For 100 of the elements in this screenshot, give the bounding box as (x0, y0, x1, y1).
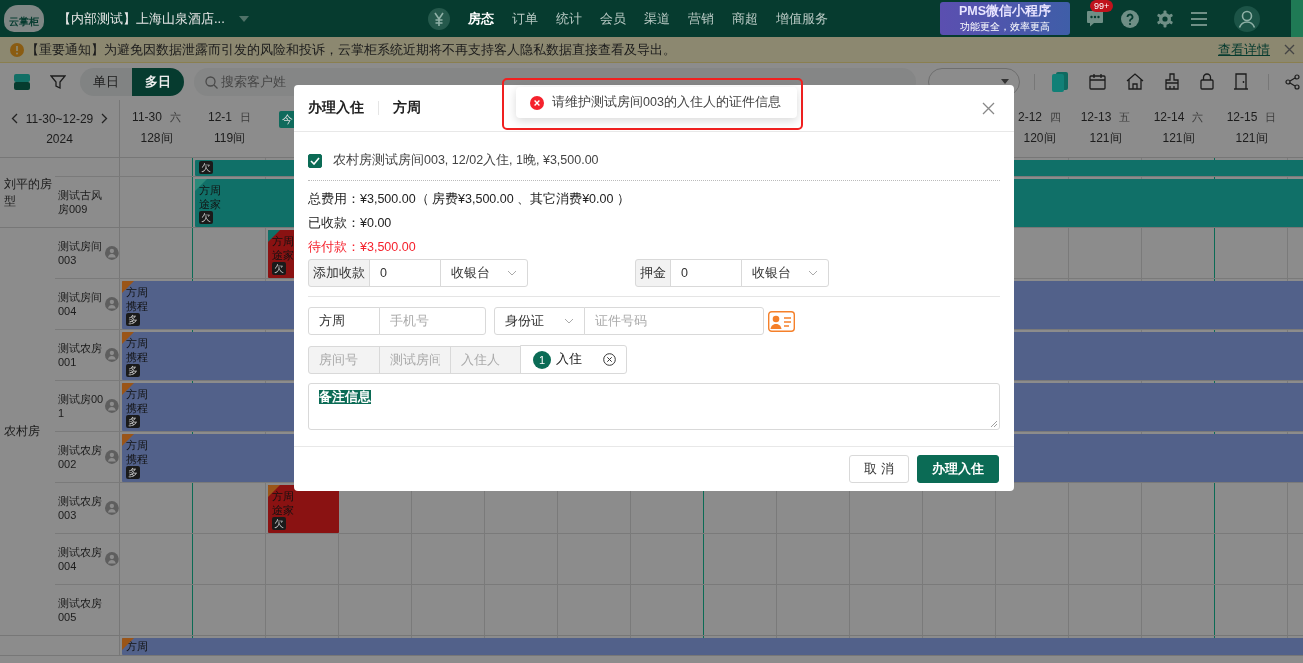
column-date: 11-30 (132, 110, 162, 125)
house-icon[interactable] (1126, 73, 1144, 90)
guest-tag-field[interactable]: 1 入住 (520, 345, 627, 374)
notice-text: 【重要通知】为避免因数据泄露而引发的风险和投诉，云掌柜系统近期将不再支持客人隐私数据直接查看及导出。 (26, 40, 676, 59)
nav-tab[interactable]: 会员 (600, 9, 626, 28)
weekday-label: 日 (1265, 110, 1277, 125)
guest-name: 方周 (126, 387, 148, 401)
channel-name: 途家 (199, 197, 221, 211)
room-type-label: 刘平的房型 (4, 175, 53, 210)
promo-banner[interactable]: PMS微信小程序 功能更全，效率更高 (940, 2, 1070, 35)
resize-handle-icon (990, 420, 997, 427)
nav-tab[interactable]: 增值服务 (776, 9, 828, 28)
channel-name: 携程 (126, 401, 148, 415)
room-count: 120间 (1023, 130, 1056, 147)
color-legend-icon[interactable] (14, 73, 30, 90)
id-number-field[interactable]: 证件号码 (584, 307, 764, 335)
nav-tab[interactable]: 订单 (512, 9, 538, 28)
clear-icon[interactable] (603, 353, 616, 366)
message-icon[interactable] (1086, 10, 1104, 27)
id-card-icon[interactable] (768, 310, 795, 332)
view-mode-tab[interactable]: 单日 (80, 67, 132, 96)
phone-field[interactable]: 手机号 (379, 307, 486, 335)
share-icon[interactable] (1285, 73, 1300, 90)
year-label: 2024 (46, 131, 73, 146)
status-badge: 欠 (199, 211, 213, 224)
cancel-button[interactable]: 取 消 (849, 455, 909, 483)
yen-icon[interactable] (428, 7, 450, 30)
view-mode-tab[interactable]: 多日 (132, 67, 184, 96)
nav-tab[interactable]: 渠道 (644, 9, 670, 28)
remarks-field[interactable]: 备注信息 (308, 383, 1000, 430)
amount-field[interactable]: 0 (670, 259, 742, 287)
field-label: 押金 (635, 259, 671, 287)
amount-field[interactable]: 0 (369, 259, 441, 287)
guest-name: 方周 (126, 438, 148, 452)
guest-name-field[interactable]: 方周 (308, 307, 380, 335)
warning-icon (10, 42, 24, 57)
status-badge: 多 (126, 313, 140, 326)
room-count: 128间 (140, 130, 173, 147)
lock-icon[interactable] (1200, 73, 1214, 90)
booking-bar[interactable]: 方周 途家 欠 (268, 485, 339, 533)
details-link[interactable]: 查看详情 (1218, 40, 1270, 59)
payment-method-select[interactable]: 收银台 (741, 259, 829, 287)
room-name: 测试古风房009 (58, 187, 103, 217)
previous-icon[interactable] (10, 113, 18, 124)
room-count: 121间 (1162, 130, 1195, 147)
avatar-icon[interactable] (1234, 5, 1260, 32)
count-badge: 99+ (1090, 0, 1114, 12)
channel-name: 携程 (126, 299, 148, 313)
guest-tag: 入住 (556, 351, 582, 368)
column-date: 12-14 (1153, 110, 1185, 125)
filter-icon[interactable] (50, 73, 66, 90)
fee-line: 待付款：¥3,500.00 (308, 239, 417, 256)
next-icon[interactable] (101, 113, 109, 124)
column-date: 12-1 (208, 110, 232, 125)
guest-name: 方周 (199, 183, 221, 197)
hotel-selector[interactable]: 【内部测试】上海山泉酒店... (58, 9, 249, 28)
help-icon[interactable] (1121, 9, 1139, 28)
chevron-icon (507, 270, 517, 276)
broom-icon[interactable] (1164, 73, 1180, 90)
promo-subtitle: 功能更全，效率更高 (960, 20, 1050, 34)
guest-name: 方周 (126, 639, 148, 653)
guest-name: 方周 (393, 99, 421, 117)
toast-message: 请维护测试房间003的入住人的证件信息 (552, 94, 781, 111)
status-badge: 欠 (199, 161, 213, 174)
status-badge: 多 (126, 415, 140, 428)
id-type-select[interactable]: 身份证 (494, 307, 585, 335)
weekday-label: 四 (1050, 110, 1061, 125)
nav-tab[interactable]: 商超 (732, 9, 758, 28)
fee-line: 总费用：¥3,500.00（ 房费¥3,500.00 、其它消费¥0.00 ） (308, 191, 631, 208)
check-in-button[interactable]: 办理入住 (917, 455, 999, 483)
weekday-label: 五 (1119, 110, 1131, 125)
guest-name: 方周 (272, 489, 294, 503)
room-name: 测试房间004 (58, 289, 103, 319)
nav-tab[interactable]: 统计 (556, 9, 582, 28)
close-icon[interactable] (1284, 44, 1295, 55)
payment-method-select[interactable]: 收银台 (440, 259, 528, 287)
close-button[interactable] (982, 101, 995, 115)
search-icon (205, 75, 218, 89)
nav-tab[interactable]: 房态 (468, 9, 494, 28)
column-date: 2-12 (1018, 110, 1042, 125)
room-count: 119间 (213, 130, 246, 147)
column-date: 12-15 (1226, 110, 1258, 125)
column-date: 12-13 (1080, 110, 1112, 125)
status-badge: 欠 (272, 517, 286, 530)
channel-name: 途家 (272, 248, 294, 262)
door-icon[interactable] (1234, 73, 1248, 90)
menu-icon[interactable] (1191, 11, 1207, 26)
weekday-label: 日 (240, 110, 251, 125)
weekday-label: 六 (169, 110, 181, 125)
checkbox[interactable] (308, 153, 322, 168)
room-name: 测试房001 (58, 391, 104, 421)
status-badge: 欠 (272, 262, 286, 275)
room-stay-label: 农村房测试房间003, 12/02入住, 1晚, ¥3,500.00 (333, 152, 599, 169)
error-icon (530, 95, 544, 110)
calendar-icon[interactable] (1089, 73, 1106, 90)
nav-tab[interactable]: 营销 (688, 9, 714, 28)
room-name: 测试农房005 (58, 595, 103, 625)
room-count: 121间 (1089, 130, 1122, 147)
settings-icon[interactable] (1156, 9, 1174, 28)
guest-name: 方周 (126, 336, 148, 350)
